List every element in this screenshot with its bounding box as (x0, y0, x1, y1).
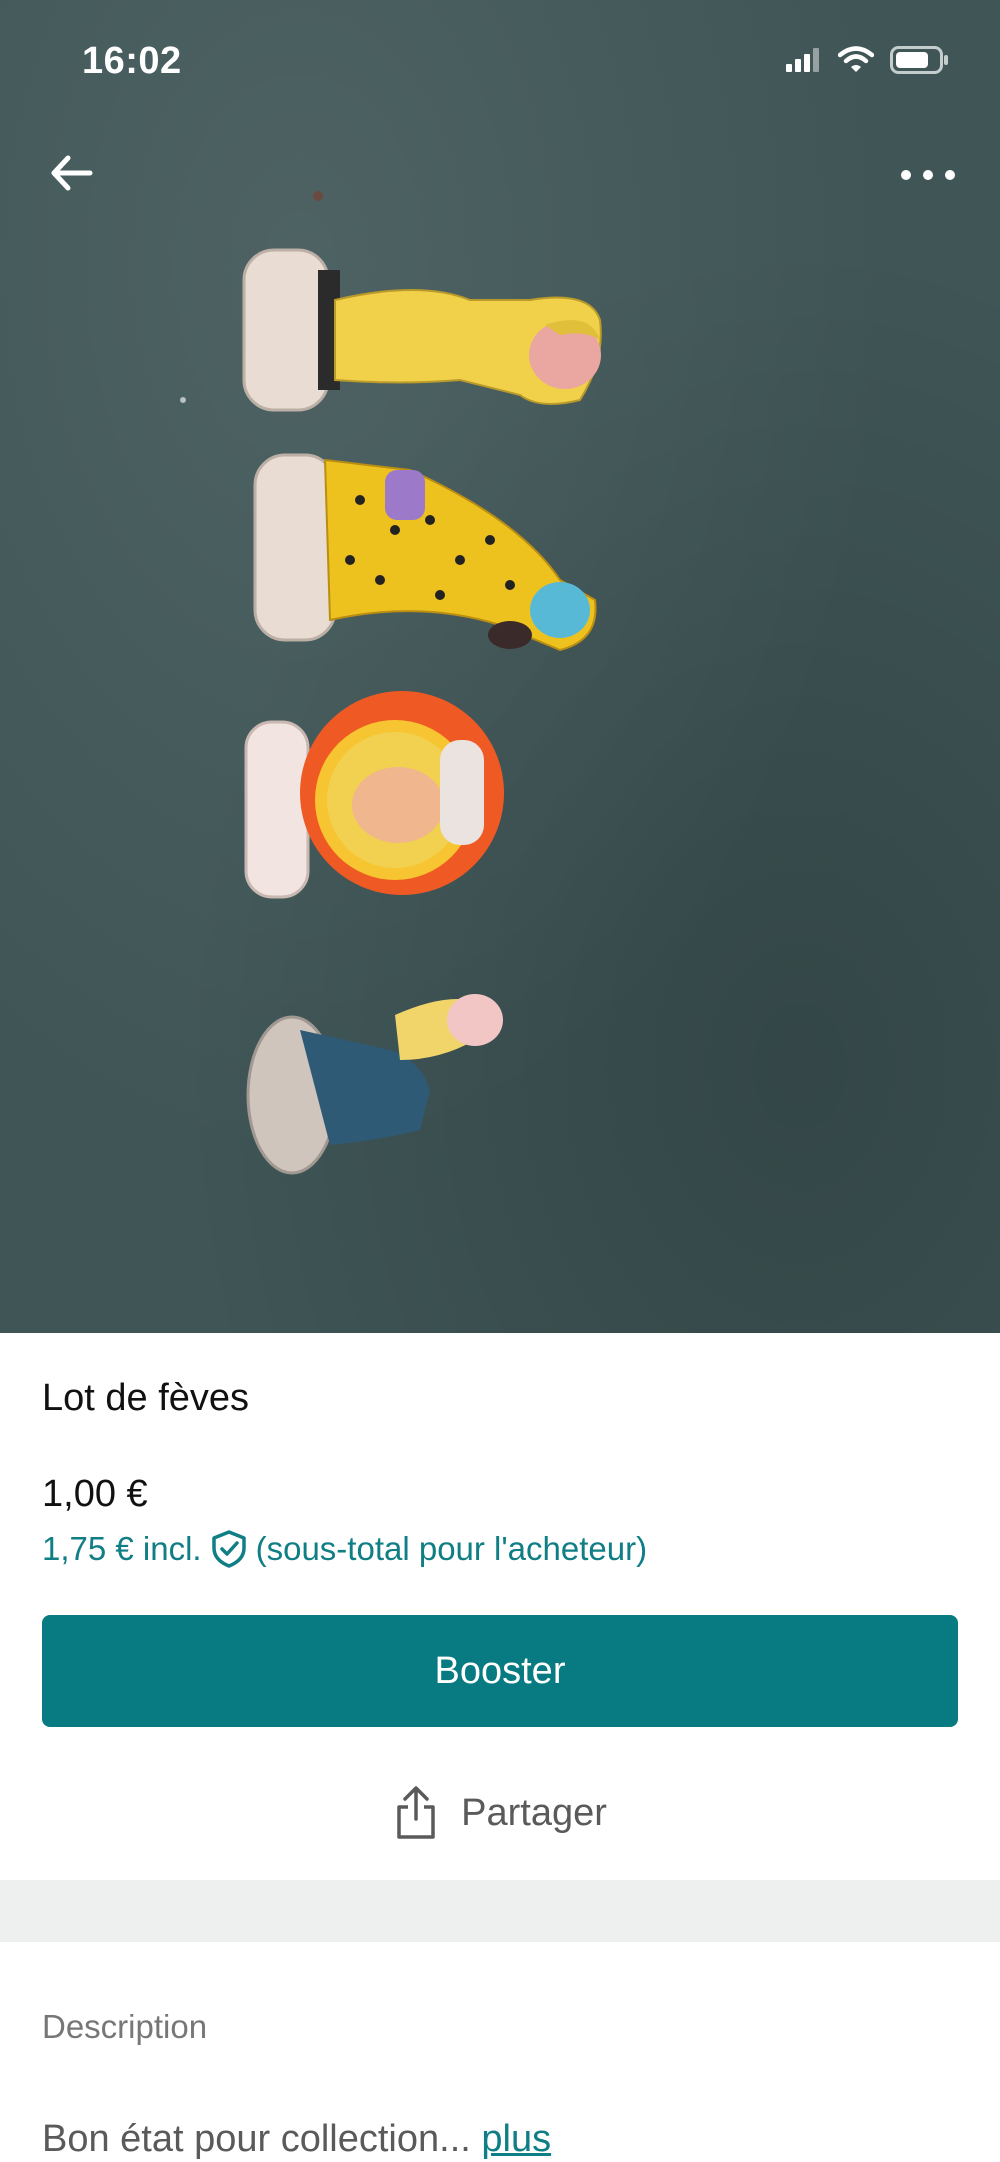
more-horizontal-icon[interactable] (898, 160, 958, 190)
description-body: Bon état pour collection... (42, 2118, 471, 2160)
price-note: (sous-total pour l'acheteur) (255, 1530, 648, 1567)
figurine-2 (253, 453, 597, 652)
figurine-4 (246, 994, 503, 1175)
shield-check-icon (211, 1530, 246, 1568)
arrow-left-icon[interactable] (46, 148, 96, 198)
product-photo[interactable]: 16:02 (0, 0, 1000, 1333)
status-icons (786, 46, 950, 74)
description-label: Description (42, 2008, 208, 2045)
item-price: 1,00 € (42, 1473, 148, 1515)
wifi-icon (838, 46, 874, 72)
status-bar: 16:02 (0, 0, 1000, 120)
item-details: Lot de fèves 1,00 € 1,75 € incl. (sous-t… (0, 1333, 1000, 1880)
booster-button[interactable]: Booster (42, 1615, 958, 1727)
battery-icon (890, 46, 948, 74)
description-more-link[interactable]: plus (481, 2118, 551, 2160)
figurine-3 (244, 691, 504, 899)
price-incl-value: 1,75 € incl. (42, 1530, 202, 1567)
signal-icon (786, 48, 819, 72)
figurines-illustration (180, 191, 602, 1175)
figurine-1 (242, 248, 602, 412)
section-divider (0, 1880, 1000, 1942)
item-title: Lot de fèves (42, 1377, 250, 1419)
share-button[interactable]: Partager (0, 1773, 1000, 1853)
description-text: Bon état pour collection... plus (42, 2118, 551, 2161)
share-icon (397, 1786, 435, 1839)
status-time: 16:02 (82, 40, 182, 82)
share-label: Partager (461, 1791, 607, 1834)
price-including-protection[interactable]: 1,75 € incl. (sous-total pour l'acheteur… (42, 1529, 647, 1569)
